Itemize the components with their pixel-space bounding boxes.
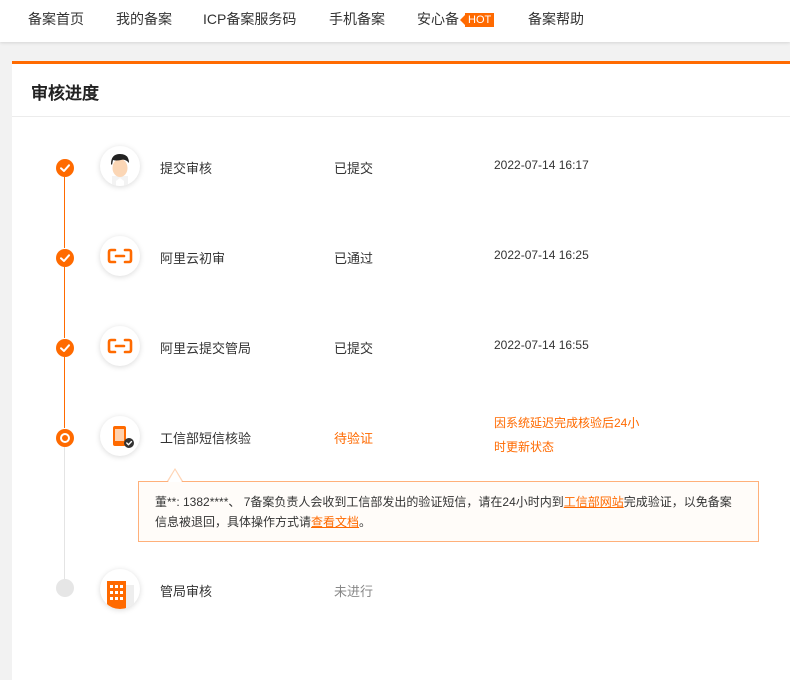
step-current-icon [56, 429, 74, 447]
nav-help[interactable]: 备案帮助 [528, 9, 584, 29]
step-done-check-icon [56, 339, 74, 357]
top-nav: 备案首页 我的备案 ICP备案服务码 手机备案 安心备 HOT 备案帮助 [0, 0, 790, 42]
step-status: 已通过 [334, 251, 374, 266]
step-status: 待验证 [334, 431, 374, 446]
step-name: 管局审核 [160, 584, 213, 599]
step-delay-note-line: 时更新状态 [494, 440, 555, 454]
step-name: 阿里云初审 [160, 251, 226, 266]
tip-text: 。 [359, 515, 372, 529]
tip-arrow-fill [168, 470, 182, 482]
aliyun-logo-icon [100, 236, 140, 276]
nav-my-filings[interactable]: 我的备案 [116, 9, 172, 29]
timeline-connector [64, 177, 65, 248]
card-divider [12, 116, 790, 117]
step-name: 提交审核 [160, 161, 213, 176]
miit-website-link[interactable]: 工信部网站 [564, 495, 624, 509]
phone-verify-icon [100, 416, 140, 456]
step-time: 2022-07-14 16:25 [494, 248, 589, 262]
step-done-check-icon [56, 249, 74, 267]
step-pending-icon [56, 579, 74, 597]
sms-verification-tip: 董**: 1382****、 7备案负责人会收到工信部发出的验证短信，请在24小… [138, 481, 759, 542]
user-avatar-icon [100, 146, 140, 186]
timeline-connector [64, 267, 65, 338]
timeline-connector [64, 357, 65, 428]
step-delay-note-line: 因系统延迟完成核验后24小 [494, 416, 640, 430]
nav-mobile-filing[interactable]: 手机备案 [329, 9, 385, 29]
building-icon [100, 569, 140, 609]
step-status: 已提交 [334, 341, 374, 356]
step-time: 2022-07-14 16:55 [494, 338, 589, 352]
view-docs-link[interactable]: 查看文档 [311, 515, 359, 529]
tip-text: 董**: 1382****、 7备案负责人会收到工信部发出的验证短信，请在24小… [155, 495, 564, 509]
nav-anxinbei-label: 安心备 [417, 11, 459, 27]
step-status: 已提交 [334, 161, 374, 176]
nav-icp-service-code[interactable]: ICP备案服务码 [203, 9, 296, 29]
card-title: 审核进度 [31, 84, 99, 103]
step-name: 阿里云提交管局 [160, 341, 252, 356]
step-delay-note: 因系统延迟完成核验后24小 时更新状态 [494, 411, 654, 459]
timeline-connector [64, 447, 65, 579]
step-name: 工信部短信核验 [160, 431, 252, 446]
step-time: 2022-07-14 16:17 [494, 158, 589, 172]
step-done-check-icon [56, 159, 74, 177]
nav-home[interactable]: 备案首页 [28, 9, 84, 29]
nav-anxinbei[interactable]: 安心备 HOT [417, 9, 495, 29]
step-status: 未进行 [334, 584, 374, 599]
aliyun-logo-icon [100, 326, 140, 366]
hot-badge: HOT [459, 13, 495, 27]
